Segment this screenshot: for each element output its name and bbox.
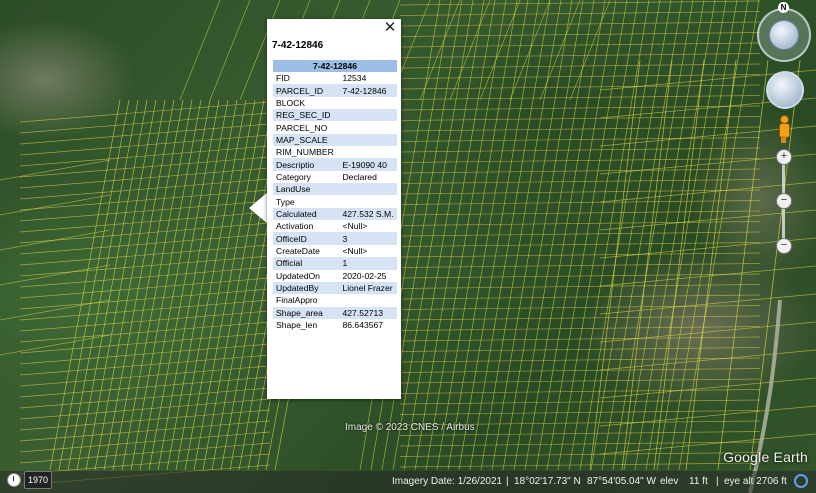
attribute-row: MAP_SCALE bbox=[273, 133, 397, 147]
attribute-row: CreateDate <Null> bbox=[273, 245, 397, 257]
elevation-label: elev bbox=[660, 476, 679, 487]
attribute-value: 427.532 S.M. bbox=[337, 207, 397, 221]
latitude-readout: 18°02'17.73" N bbox=[514, 476, 581, 487]
longitude-readout: 87°54'05.04" W bbox=[587, 476, 656, 487]
attribute-value bbox=[337, 133, 397, 147]
historical-imagery-clock-icon[interactable] bbox=[7, 473, 21, 487]
attribute-row: UpdatedOn 2020-02-25 bbox=[273, 270, 397, 282]
attribute-field: BLOCK bbox=[276, 97, 306, 108]
attribute-field: FinalAppro bbox=[276, 295, 318, 306]
attribute-value bbox=[337, 97, 397, 109]
attribute-row: OfficeID 3 bbox=[273, 232, 397, 245]
attribute-value bbox=[337, 294, 397, 306]
zoom-in-button[interactable]: + bbox=[776, 149, 792, 165]
attribute-field: PARCEL_NO bbox=[276, 122, 328, 133]
attribute-value bbox=[337, 109, 397, 122]
attribute-field: FID bbox=[276, 73, 290, 84]
attribute-field: Official bbox=[273, 257, 338, 270]
attribute-value: 7-42-12846 bbox=[337, 84, 397, 97]
status-bar: Imagery Date: 1/26/2021 | 18°02'17.73" N… bbox=[0, 471, 816, 493]
attribute-value: Lionel Frazer bbox=[337, 281, 397, 295]
imagery-attribution: Image © 2023 CNES / Airbus bbox=[345, 422, 475, 433]
attribute-row: REG_SEC_ID bbox=[273, 109, 397, 122]
popup-pointer bbox=[249, 192, 268, 224]
attribute-row: Calculated 427.532 S.M. bbox=[273, 207, 397, 221]
street-view-pegman-icon[interactable] bbox=[778, 115, 790, 143]
status-divider: | bbox=[506, 476, 509, 487]
compass-control[interactable]: N bbox=[757, 2, 811, 62]
attribute-row: Shape_len 86.643567 bbox=[273, 319, 397, 331]
attribute-value: 12534 bbox=[342, 73, 367, 84]
attribute-row: PARCEL_NO bbox=[273, 121, 397, 133]
attribute-value: 3 bbox=[337, 232, 397, 245]
attribute-field: Activation bbox=[276, 221, 314, 232]
attribute-table: 7-42-12846 FID 12534 PARCEL_ID 7-42-12846 BL… bbox=[273, 60, 397, 331]
attribute-row: FinalAppro bbox=[273, 294, 397, 306]
attribute-field: MAP_SCALE bbox=[273, 133, 338, 147]
attribute-field: CreateDate bbox=[276, 245, 320, 256]
attribute-row: LandUse bbox=[273, 183, 397, 196]
attribute-value: 2020-02-25 bbox=[342, 270, 387, 281]
attribute-value bbox=[337, 183, 397, 196]
attribute-field: PARCEL_ID bbox=[273, 84, 338, 97]
attribute-field: Shape_len bbox=[276, 320, 318, 331]
attribute-row: PARCEL_ID 7-42-12846 bbox=[273, 84, 397, 97]
historical-year-badge[interactable]: 1970 bbox=[24, 471, 52, 489]
attribute-value: 86.643567 bbox=[342, 320, 384, 331]
imagery-date: Imagery Date: 1/26/2021 bbox=[392, 476, 503, 487]
attribute-field: Category bbox=[276, 171, 311, 182]
attribute-field: UpdatedOn bbox=[276, 270, 320, 281]
attribute-value: <Null> bbox=[342, 245, 368, 256]
attribute-value bbox=[337, 195, 397, 207]
attribute-row: Category Declared bbox=[273, 171, 397, 183]
attribute-row: BLOCK bbox=[273, 97, 397, 109]
north-indicator[interactable]: N bbox=[778, 2, 789, 13]
attribute-value bbox=[337, 146, 397, 158]
elevation-value: 11 ft bbox=[689, 476, 708, 487]
attribute-row: FID 12534 bbox=[273, 72, 397, 84]
attribute-field: Type bbox=[276, 196, 295, 207]
attribute-row: RIM_NUMBER bbox=[273, 146, 397, 158]
zoom-slider-handle[interactable]: − bbox=[776, 193, 792, 209]
streaming-progress-icon bbox=[794, 474, 808, 488]
close-icon[interactable]: ✕ bbox=[383, 20, 397, 35]
parcel-info-balloon: ✕ 7-42-12846 7-42-12846 FID 12534 PARCEL_I… bbox=[267, 19, 401, 399]
attribute-value: 427.52713 bbox=[337, 306, 397, 319]
parcel-boundaries bbox=[0, 0, 816, 493]
attribute-value: Declared bbox=[342, 171, 377, 182]
attribute-row: UpdatedBy Lionel Frazer bbox=[273, 281, 397, 295]
attribute-row: Shape_area 427.52713 bbox=[273, 306, 397, 319]
eye-altitude: eye alt 2706 ft bbox=[724, 476, 787, 487]
google-earth-logo: Google Earth bbox=[723, 449, 808, 465]
attribute-field: LandUse bbox=[273, 183, 338, 196]
attribute-field: UpdatedBy bbox=[273, 281, 338, 295]
popup-title: 7-42-12846 bbox=[272, 40, 324, 51]
attribute-row: Activation <Null> bbox=[273, 220, 397, 232]
attribute-row: Descriptio E-19090 40 bbox=[273, 158, 397, 171]
attribute-row: Official 1 bbox=[273, 257, 397, 270]
attribute-field: Descriptio bbox=[273, 158, 338, 171]
attribute-row: Type bbox=[273, 195, 397, 207]
attribute-table-header: 7-42-12846 bbox=[273, 60, 397, 72]
attribute-field: RIM_NUMBER bbox=[276, 147, 334, 158]
attribute-value: <Null> bbox=[342, 221, 368, 232]
attribute-field: Calculated bbox=[273, 207, 338, 221]
attribute-field: OfficeID bbox=[273, 232, 338, 245]
status-divider: | bbox=[716, 476, 719, 487]
attribute-field: REG_SEC_ID bbox=[273, 109, 338, 122]
zoom-out-button[interactable]: − bbox=[776, 238, 792, 254]
satellite-map[interactable] bbox=[0, 0, 816, 493]
move-control[interactable] bbox=[766, 71, 804, 109]
attribute-field: Shape_area bbox=[273, 306, 338, 319]
compass-center[interactable] bbox=[769, 20, 799, 50]
attribute-value: 1 bbox=[337, 257, 397, 270]
attribute-value bbox=[337, 121, 397, 133]
attribute-value: E-19090 40 bbox=[337, 158, 397, 171]
